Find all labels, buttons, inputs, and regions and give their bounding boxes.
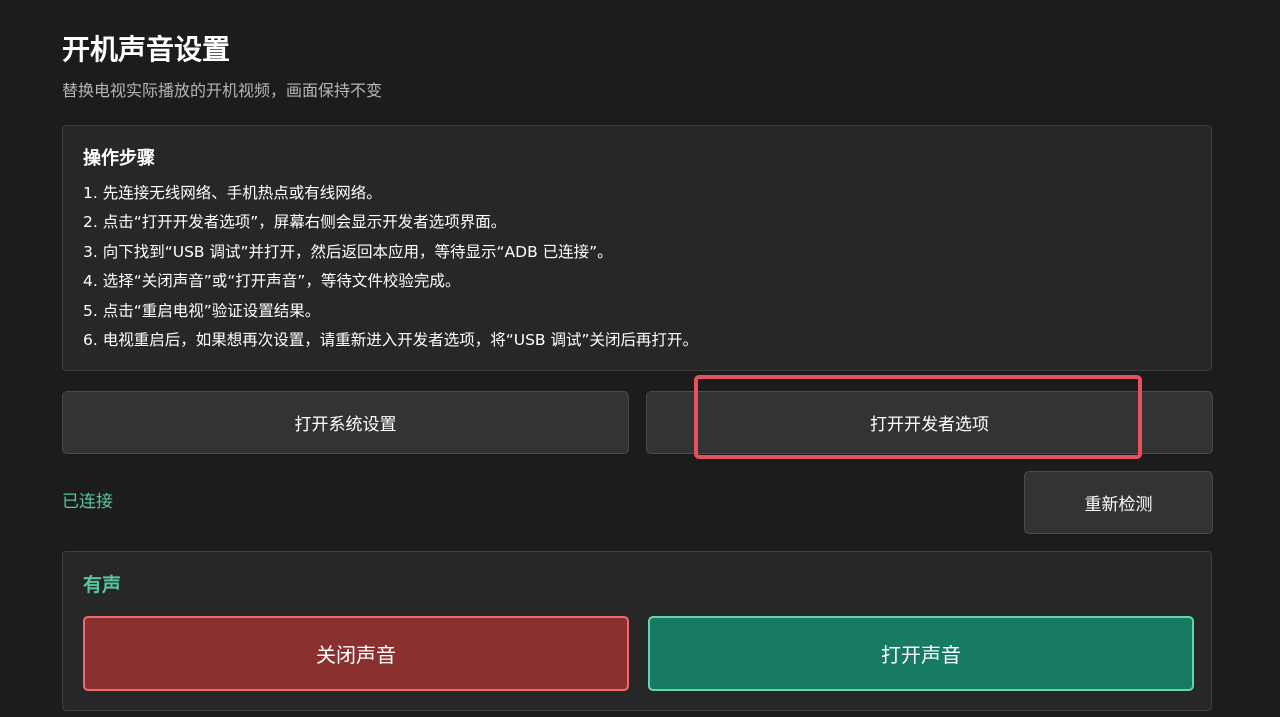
step-item-2: 2. 点击“打开开发者选项”，屏幕右侧会显示开发者选项界面。 [83, 213, 507, 232]
step-item-3: 3. 向下找到“USB 调试”并打开，然后返回本应用，等待显示“ADB 已连接”… [83, 242, 613, 261]
step-item-5: 5. 点击“重启电视”验证设置结果。 [83, 301, 321, 320]
sound-state-label: 有声 [83, 574, 122, 596]
connection-status: 已连接 [62, 492, 113, 512]
unmute-sound-button[interactable]: 打开声音 [648, 616, 1194, 691]
step-item-6: 6. 电视重启后，如果想再次设置，请重新进入开发者选项，将“USB 调试”关闭后… [83, 331, 699, 350]
step-item-1: 1. 先连接无线网络、手机热点或有线网络。 [83, 184, 382, 202]
sound-card: 有声 关闭声音 打开声音 [62, 551, 1212, 711]
page-title: 开机声音设置 [62, 33, 231, 66]
sound-settings-page: 开机声音设置 替换电视实际播放的开机视频，画面保持不变 操作步骤 1. 先连接无… [0, 0, 1280, 717]
steps-heading: 操作步骤 [83, 148, 155, 169]
recheck-button[interactable]: 重新检测 [1024, 471, 1213, 534]
page-subtitle: 替换电视实际播放的开机视频，画面保持不变 [62, 81, 383, 100]
step-item-4: 4. 选择“关闭声音”或“打开声音”，等待文件校验完成。 [83, 272, 461, 291]
mute-sound-button[interactable]: 关闭声音 [83, 616, 629, 691]
open-developer-options-button[interactable]: 打开开发者选项 [646, 391, 1213, 454]
steps-card: 操作步骤 1. 先连接无线网络、手机热点或有线网络。 2. 点击“打开开发者选项… [62, 125, 1212, 371]
open-system-settings-button[interactable]: 打开系统设置 [62, 391, 629, 454]
